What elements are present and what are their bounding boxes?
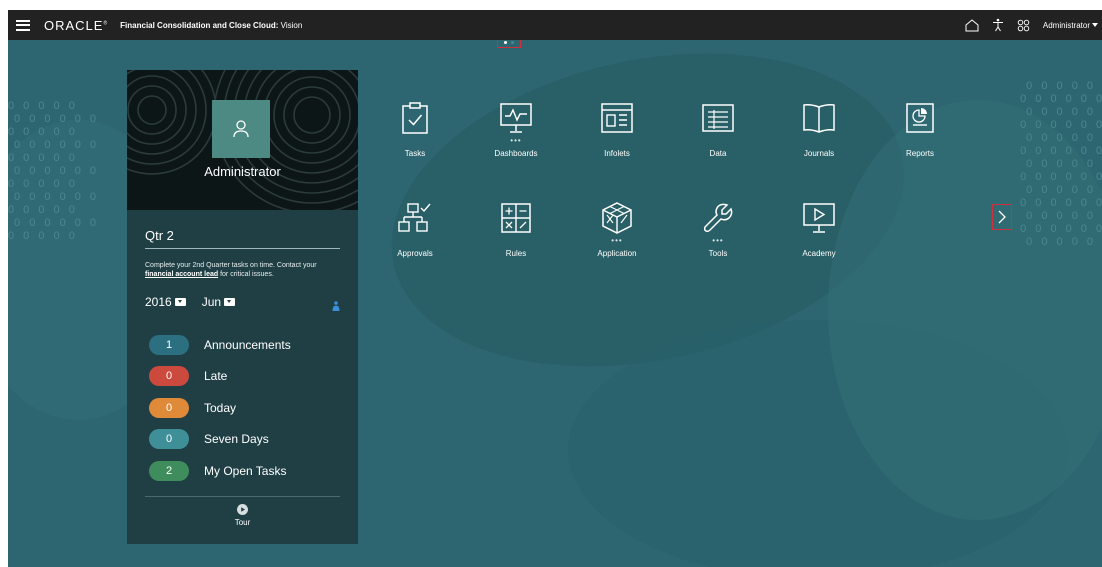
card-journals[interactable]: Journals (779, 98, 859, 188)
oracle-logo-text: ORACLE (44, 17, 104, 33)
status-label: My Open Tasks (204, 463, 287, 478)
card-label: Infolets (604, 149, 630, 158)
springboard-icon[interactable] (1013, 14, 1035, 36)
card-reports[interactable]: Reports (880, 98, 960, 188)
status-badge: 1 (149, 334, 189, 355)
year-select[interactable]: 2016 (145, 295, 186, 309)
period-selectors: 2016 Jun (145, 295, 251, 309)
status-item-late[interactable]: 0 Late (149, 361, 291, 393)
period-title: Qtr 2 (145, 228, 174, 243)
card-application[interactable]: ••• Application (577, 198, 657, 288)
card-approvals[interactable]: Approvals (375, 198, 455, 288)
description-text: for critical issues. (218, 271, 274, 278)
accessibility-icon[interactable] (987, 14, 1009, 36)
status-badge: 0 (149, 397, 189, 418)
app-title-text: Financial Consolidation and Close Cloud: (120, 20, 279, 30)
card-tasks[interactable]: Tasks (375, 98, 455, 188)
home-page: 0 0 0 0 0 0 0 0 0 0 0 0 0 0 0 0 0 0 0 0 … (8, 40, 1102, 567)
divider (145, 496, 340, 497)
month-select[interactable]: Jun (201, 295, 236, 309)
user-menu[interactable]: Administrator (1043, 21, 1098, 30)
card-dashboards[interactable]: ••• Dashboards (476, 98, 556, 188)
card-tools[interactable]: ••• Tools (678, 198, 758, 288)
infolets-icon (597, 98, 637, 138)
panel-header: Administrator (127, 70, 358, 210)
dropdown-icon (224, 298, 236, 306)
financial-account-lead-link[interactable]: financial account lead (145, 271, 218, 278)
tasks-icon (395, 98, 435, 138)
rules-icon (496, 198, 536, 238)
home-icon[interactable] (961, 14, 983, 36)
panel-user-name: Administrator (204, 164, 281, 179)
navigator-menu-icon[interactable] (16, 19, 30, 31)
application-icon (597, 198, 637, 238)
person-icon[interactable] (332, 298, 340, 316)
global-header: ORACLE® Financial Consolidation and Clos… (8, 10, 1102, 40)
card-label: Tasks (404, 149, 426, 158)
oracle-logo: ORACLE® (44, 17, 109, 33)
card-label: Dashboards (494, 149, 538, 158)
card-label: Data (709, 149, 727, 158)
avatar (212, 100, 270, 158)
page-dot[interactable] (511, 40, 514, 44)
dashboards-icon (496, 98, 536, 138)
background-pattern: 0 0 0 0 0 0 0 0 0 0 0 0 0 0 0 0 0 0 0 0 … (8, 100, 100, 242)
more-indicator: ••• (510, 136, 522, 145)
status-item-seven-days[interactable]: 0 Seven Days (149, 424, 291, 456)
page-indicator[interactable] (497, 40, 521, 48)
card-infolets[interactable]: Infolets (577, 98, 657, 188)
tour-button[interactable]: Tour (127, 504, 358, 527)
approvals-icon (395, 198, 435, 238)
description-text: Complete your 2nd Quarter tasks on time.… (145, 262, 317, 269)
more-indicator: ••• (611, 236, 623, 245)
status-label: Today (204, 400, 237, 415)
announcement-panel: Administrator Qtr 2 Complete your 2nd Qu… (127, 70, 358, 544)
more-indicator: ••• (712, 236, 724, 245)
tools-icon (698, 198, 738, 238)
divider (145, 248, 340, 249)
app-title: Financial Consolidation and Close Cloud:… (120, 21, 302, 30)
chevron-right-icon (998, 210, 1006, 224)
card-label: Reports (905, 149, 934, 158)
chevron-down-icon (1092, 23, 1098, 27)
user-icon (233, 120, 249, 138)
dropdown-icon (174, 298, 186, 306)
month-value: Jun (201, 295, 222, 309)
journals-icon (799, 98, 839, 138)
status-label: Late (204, 369, 228, 384)
status-item-my-open-tasks[interactable]: 2 My Open Tasks (149, 455, 291, 487)
status-badge: 0 (149, 429, 189, 450)
next-page-button[interactable] (992, 204, 1012, 230)
card-label: Application (597, 249, 637, 258)
header-actions: Administrator (957, 10, 1102, 40)
page-dot-active[interactable] (504, 40, 507, 44)
card-label: Rules (505, 249, 527, 258)
period-description: Complete your 2nd Quarter tasks on time.… (145, 261, 345, 279)
card-data[interactable]: Data (678, 98, 758, 188)
academy-icon (799, 198, 839, 238)
app-name: Vision (280, 20, 303, 30)
play-icon (237, 504, 248, 515)
card-label: Approvals (397, 249, 433, 258)
data-icon (698, 98, 738, 138)
card-label: Journals (803, 149, 835, 158)
status-label: Seven Days (204, 432, 269, 447)
card-label: Academy (802, 249, 836, 258)
background-pattern: 0 0 0 0 0 0 0 0 0 0 0 0 0 0 0 0 0 0 0 0 … (1020, 80, 1102, 248)
status-list: 1 Announcements 0 Late 0 Today 0 Seven D… (149, 329, 291, 487)
status-badge: 0 (149, 366, 189, 387)
year-value: 2016 (145, 295, 172, 309)
status-badge: 2 (149, 460, 189, 481)
tour-label: Tour (234, 518, 251, 527)
card-rules[interactable]: Rules (476, 198, 556, 288)
status-item-today[interactable]: 0 Today (149, 392, 291, 424)
reports-icon (900, 98, 940, 138)
user-menu-label: Administrator (1042, 20, 1090, 30)
status-label: Announcements (204, 337, 291, 352)
card-label: Tools (708, 249, 728, 258)
card-academy[interactable]: Academy (779, 198, 859, 288)
status-item-announcements[interactable]: 1 Announcements (149, 329, 291, 361)
